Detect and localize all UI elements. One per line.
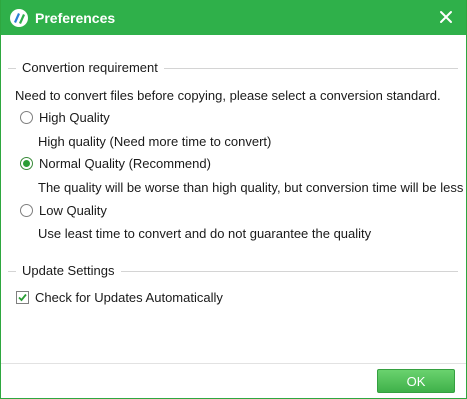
title-bar[interactable]: Preferences xyxy=(1,0,466,35)
radio-normal-quality[interactable]: Normal Quality (Recommend) xyxy=(20,156,211,171)
conversion-intro: Need to convert files before copying, pl… xyxy=(15,88,441,103)
radio-label: Low Quality xyxy=(39,203,107,218)
radio-high-quality[interactable]: High Quality xyxy=(20,110,110,125)
ok-button[interactable]: OK xyxy=(377,369,455,393)
window-title: Preferences xyxy=(35,9,116,26)
conversion-group-label: Convertion requirement xyxy=(16,60,164,75)
conversion-group: Convertion requirement xyxy=(8,60,458,75)
close-icon[interactable] xyxy=(436,7,456,27)
radio-label: High Quality xyxy=(39,110,110,125)
radio-circle[interactable] xyxy=(20,111,33,124)
auto-update-checkbox[interactable]: Check for Updates Automatically xyxy=(16,290,223,305)
update-group: Update Settings xyxy=(8,263,458,278)
footer-divider xyxy=(1,363,466,364)
radio-circle[interactable] xyxy=(20,204,33,217)
radio-low-quality[interactable]: Low Quality xyxy=(20,203,107,218)
radio-circle-selected[interactable] xyxy=(20,157,33,170)
checkmark-icon xyxy=(18,293,27,302)
normal-quality-description: The quality will be worse than high qual… xyxy=(38,180,464,195)
low-quality-description: Use least time to convert and do not gua… xyxy=(38,226,372,241)
preferences-dialog: Preferences Convertion requirement Need … xyxy=(0,0,467,399)
radio-label: Normal Quality (Recommend) xyxy=(39,156,211,171)
update-group-label: Update Settings xyxy=(16,263,121,278)
checkbox-box[interactable] xyxy=(16,291,29,304)
app-logo-icon xyxy=(10,8,28,27)
high-quality-description: High quality (Need more time to convert) xyxy=(38,134,272,149)
checkbox-label: Check for Updates Automatically xyxy=(35,290,223,305)
